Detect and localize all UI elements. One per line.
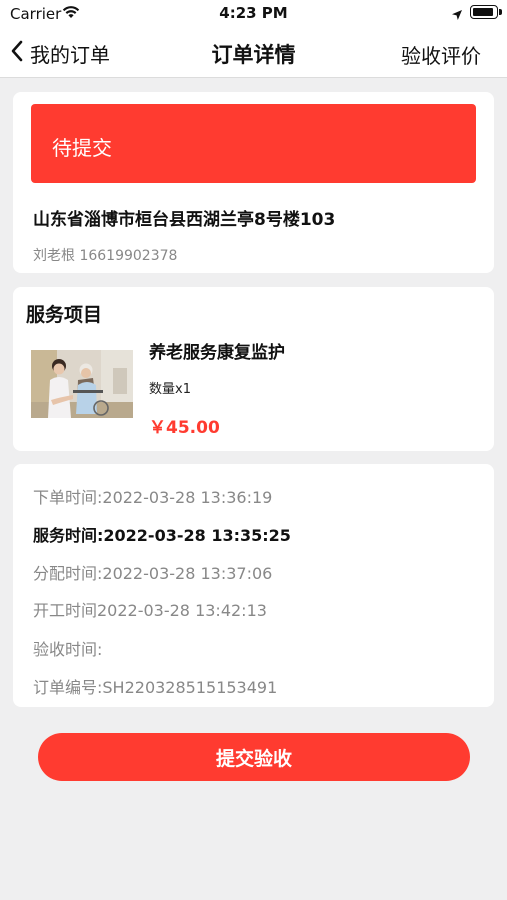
order-times-card: 下单时间:2022-03-28 13:36:19 服务时间:2022-03-28… [13,464,494,707]
contact-info: 刘老根 16619902378 [33,248,178,264]
order-info-card: 待提交 山东省淄博市桓台县西湖兰亭8号楼103 刘老根 16619902378 [13,92,494,273]
navigation-bar: 我的订单 订单详情 验收评价 [0,28,507,78]
back-label: 我的订单 [30,42,110,67]
order-number: 订单编号:SH220328515153491 [33,678,278,697]
service-card: 服务项目 养老服务康复监护 数量x1 ￥45.00 [13,287,494,451]
service-time: 服务时间:2022-03-28 13:35:25 [33,526,291,545]
address: 山东省淄博市桓台县西湖兰亭8号楼103 [33,210,336,230]
battery-icon [470,5,502,19]
section-title: 服务项目 [26,304,103,326]
service-image [31,350,133,418]
start-time: 开工时间2022-03-28 13:42:13 [33,601,267,620]
status-banner: 待提交 [31,104,476,183]
clock: 4:23 PM [219,4,288,22]
status-badge: 待提交 [52,136,112,160]
accept-review-button[interactable]: 验收评价 [401,40,481,69]
quantity-label: 数量x1 [149,382,191,397]
assign-time: 分配时间:2022-03-28 13:37:06 [33,564,273,583]
price-label: ￥45.00 [149,418,220,438]
submit-acceptance-button[interactable]: 提交验收 [38,733,470,781]
status-bar: Carrier 4:23 PM [0,0,507,28]
location-arrow-icon [451,6,463,25]
order-time: 下单时间:2022-03-28 13:36:19 [33,488,273,507]
chevron-left-icon [10,40,24,66]
back-button[interactable]: 我的订单 [10,28,110,78]
accept-time: 验收时间: [33,640,103,659]
service-name: 养老服务康复监护 [149,343,285,363]
